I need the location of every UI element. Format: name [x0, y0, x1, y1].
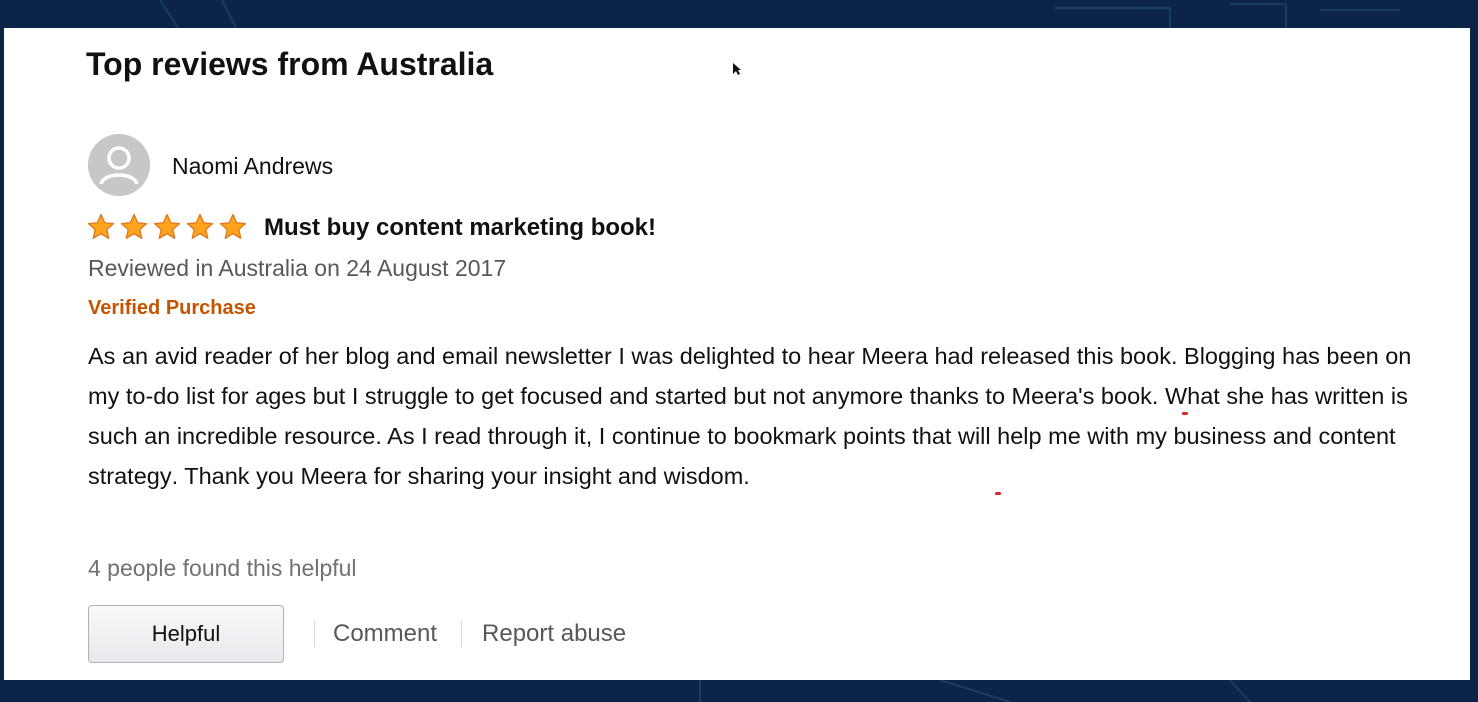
review-text-part: . Thank you Meera for sharing your insig… [171, 463, 750, 489]
star-icon [153, 213, 181, 239]
review-actions: Helpful Comment Report abuse [88, 603, 626, 665]
star-icon [186, 213, 214, 239]
review-date: Reviewed in Australia on 24 August 2017 [88, 255, 507, 281]
helpful-button[interactable]: Helpful [88, 605, 284, 663]
star-icon [219, 213, 247, 239]
review-text-part: As an avid reader of her blog and email … [88, 343, 1185, 369]
star-icon [87, 213, 115, 239]
reviewer-avatar[interactable] [88, 134, 150, 196]
report-abuse-link[interactable]: Report abuse [482, 618, 626, 650]
comment-link[interactable]: Comment [333, 618, 437, 650]
section-heading: Top reviews from Australia [86, 46, 494, 82]
reviewer-name[interactable]: Naomi Andrews [172, 150, 333, 182]
verified-purchase-badge: Verified Purchase [88, 297, 256, 319]
action-divider [461, 621, 463, 647]
helpful-count: 4 people found this helpful [88, 555, 357, 581]
star-rating[interactable] [86, 212, 248, 246]
mouse-pointer-icon [733, 63, 741, 75]
review-title[interactable]: Must buy content marketing book! [264, 211, 656, 245]
action-divider [314, 621, 315, 647]
star-icon [120, 213, 148, 239]
user-silhouette-icon [88, 134, 150, 196]
review-body: As an avid reader of her blog and email … [88, 336, 1438, 496]
